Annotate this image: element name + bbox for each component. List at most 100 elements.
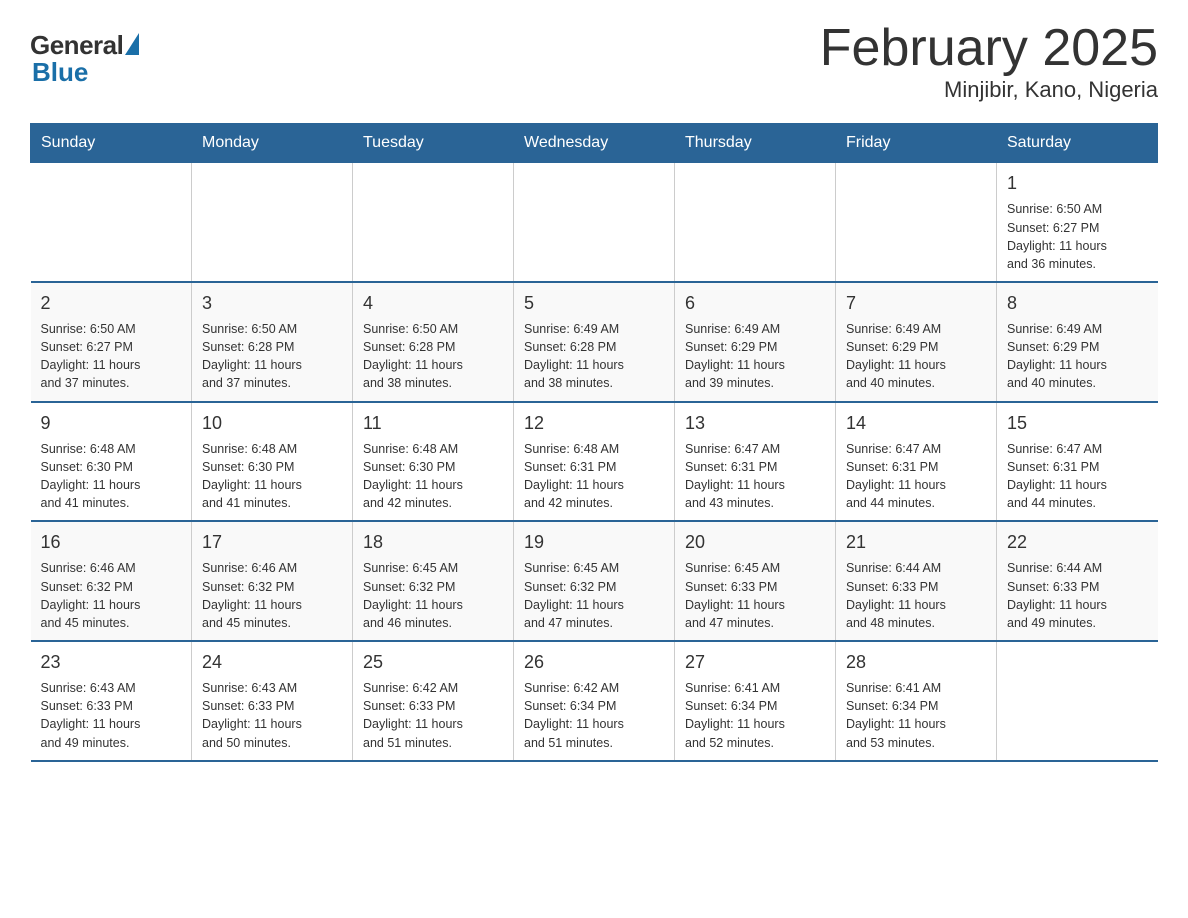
day-info: Sunrise: 6:50 AM Sunset: 6:27 PM Dayligh… [1007,200,1148,273]
day-number: 16 [41,530,182,555]
day-number: 21 [846,530,986,555]
day-info: Sunrise: 6:45 AM Sunset: 6:32 PM Dayligh… [363,559,503,632]
day-number: 17 [202,530,342,555]
day-number: 13 [685,411,825,436]
day-number: 9 [41,411,182,436]
day-number: 22 [1007,530,1148,555]
calendar-cell: 16 Sunrise: 6:46 AM Sunset: 6:32 PM Dayli… [31,521,192,641]
calendar-cell: 9 Sunrise: 6:48 AM Sunset: 6:30 PM Daylig… [31,402,192,522]
day-number: 25 [363,650,503,675]
day-number: 11 [363,411,503,436]
calendar-cell: 11Sunrise: 6:48 AM Sunset: 6:30 PM Dayli… [353,402,514,522]
day-info: Sunrise: 6:49 AM Sunset: 6:29 PM Dayligh… [846,320,986,393]
day-number: 6 [685,291,825,316]
day-info: Sunrise: 6:48 AM Sunset: 6:30 PM Dayligh… [202,440,342,513]
page-header: General Blue February 2025 Minjibir, Kan… [30,20,1158,103]
calendar-cell: 26 Sunrise: 6:42 AM Sunset: 6:34 PM Dayli… [514,641,675,761]
location-title: Minjibir, Kano, Nigeria [820,77,1158,103]
day-number: 26 [524,650,664,675]
day-info: Sunrise: 6:43 AM Sunset: 6:33 PM Dayligh… [41,679,182,752]
day-number: 10 [202,411,342,436]
day-number: 7 [846,291,986,316]
day-info: Sunrise: 6:46 AM Sunset: 6:32 PM Dayligh… [202,559,342,632]
day-number: 27 [685,650,825,675]
calendar-cell: 21 Sunrise: 6:44 AM Sunset: 6:33 PM Dayli… [836,521,997,641]
calendar-cell: 13 Sunrise: 6:47 AM Sunset: 6:31 PM Dayli… [675,402,836,522]
calendar-cell [353,163,514,282]
header-sunday: Sunday [31,124,192,163]
day-info: Sunrise: 6:45 AM Sunset: 6:32 PM Dayligh… [524,559,664,632]
day-number: 23 [41,650,182,675]
header-tuesday: Tuesday [353,124,514,163]
calendar-cell: 7 Sunrise: 6:49 AM Sunset: 6:29 PM Daylig… [836,282,997,402]
day-info: Sunrise: 6:41 AM Sunset: 6:34 PM Dayligh… [846,679,986,752]
calendar-cell [675,163,836,282]
day-info: Sunrise: 6:49 AM Sunset: 6:29 PM Dayligh… [685,320,825,393]
day-info: Sunrise: 6:48 AM Sunset: 6:30 PM Dayligh… [41,440,182,513]
calendar-cell: 6 Sunrise: 6:49 AM Sunset: 6:29 PM Daylig… [675,282,836,402]
calendar-week-row: 16 Sunrise: 6:46 AM Sunset: 6:32 PM Dayli… [31,521,1158,641]
day-number: 12 [524,411,664,436]
day-number: 1 [1007,171,1148,196]
day-info: Sunrise: 6:43 AM Sunset: 6:33 PM Dayligh… [202,679,342,752]
calendar-cell: 15Sunrise: 6:47 AM Sunset: 6:31 PM Dayli… [997,402,1158,522]
calendar-cell: 17 Sunrise: 6:46 AM Sunset: 6:32 PM Dayli… [192,521,353,641]
day-number: 19 [524,530,664,555]
calendar-cell: 18 Sunrise: 6:45 AM Sunset: 6:32 PM Dayli… [353,521,514,641]
calendar-cell: 5 Sunrise: 6:49 AM Sunset: 6:28 PM Daylig… [514,282,675,402]
day-number: 3 [202,291,342,316]
day-number: 28 [846,650,986,675]
header-saturday: Saturday [997,124,1158,163]
day-info: Sunrise: 6:49 AM Sunset: 6:29 PM Dayligh… [1007,320,1148,393]
day-info: Sunrise: 6:48 AM Sunset: 6:31 PM Dayligh… [524,440,664,513]
day-info: Sunrise: 6:42 AM Sunset: 6:33 PM Dayligh… [363,679,503,752]
calendar-cell: 14 Sunrise: 6:47 AM Sunset: 6:31 PM Dayli… [836,402,997,522]
calendar-cell [514,163,675,282]
day-info: Sunrise: 6:49 AM Sunset: 6:28 PM Dayligh… [524,320,664,393]
calendar-cell: 3 Sunrise: 6:50 AM Sunset: 6:28 PM Daylig… [192,282,353,402]
header-wednesday: Wednesday [514,124,675,163]
day-number: 5 [524,291,664,316]
day-number: 18 [363,530,503,555]
calendar-week-row: 23 Sunrise: 6:43 AM Sunset: 6:33 PM Dayli… [31,641,1158,761]
header-friday: Friday [836,124,997,163]
day-number: 14 [846,411,986,436]
calendar-cell: 8 Sunrise: 6:49 AM Sunset: 6:29 PM Daylig… [997,282,1158,402]
calendar-cell: 20Sunrise: 6:45 AM Sunset: 6:33 PM Dayli… [675,521,836,641]
day-info: Sunrise: 6:50 AM Sunset: 6:28 PM Dayligh… [363,320,503,393]
calendar-cell: 28 Sunrise: 6:41 AM Sunset: 6:34 PM Dayli… [836,641,997,761]
logo-triangle-icon [125,33,139,55]
day-info: Sunrise: 6:47 AM Sunset: 6:31 PM Dayligh… [846,440,986,513]
day-number: 2 [41,291,182,316]
calendar-cell [836,163,997,282]
calendar-cell [997,641,1158,761]
calendar-cell: 2Sunrise: 6:50 AM Sunset: 6:27 PM Daylig… [31,282,192,402]
day-info: Sunrise: 6:47 AM Sunset: 6:31 PM Dayligh… [685,440,825,513]
header-monday: Monday [192,124,353,163]
day-info: Sunrise: 6:46 AM Sunset: 6:32 PM Dayligh… [41,559,182,632]
calendar-cell: 4 Sunrise: 6:50 AM Sunset: 6:28 PM Daylig… [353,282,514,402]
day-info: Sunrise: 6:44 AM Sunset: 6:33 PM Dayligh… [1007,559,1148,632]
day-info: Sunrise: 6:42 AM Sunset: 6:34 PM Dayligh… [524,679,664,752]
calendar-cell: 10 Sunrise: 6:48 AM Sunset: 6:30 PM Dayli… [192,402,353,522]
day-info: Sunrise: 6:44 AM Sunset: 6:33 PM Dayligh… [846,559,986,632]
calendar-table: SundayMondayTuesdayWednesdayThursdayFrid… [30,123,1158,761]
calendar-week-row: 2Sunrise: 6:50 AM Sunset: 6:27 PM Daylig… [31,282,1158,402]
day-info: Sunrise: 6:41 AM Sunset: 6:34 PM Dayligh… [685,679,825,752]
logo: General Blue [30,30,139,88]
day-number: 20 [685,530,825,555]
calendar-week-row: 1 Sunrise: 6:50 AM Sunset: 6:27 PM Daylig… [31,163,1158,282]
calendar-cell: 27 Sunrise: 6:41 AM Sunset: 6:34 PM Dayli… [675,641,836,761]
calendar-cell: 23 Sunrise: 6:43 AM Sunset: 6:33 PM Dayli… [31,641,192,761]
calendar-cell: 22 Sunrise: 6:44 AM Sunset: 6:33 PM Dayli… [997,521,1158,641]
day-number: 4 [363,291,503,316]
calendar-cell: 24Sunrise: 6:43 AM Sunset: 6:33 PM Dayli… [192,641,353,761]
day-info: Sunrise: 6:50 AM Sunset: 6:28 PM Dayligh… [202,320,342,393]
day-info: Sunrise: 6:47 AM Sunset: 6:31 PM Dayligh… [1007,440,1148,513]
calendar-week-row: 9 Sunrise: 6:48 AM Sunset: 6:30 PM Daylig… [31,402,1158,522]
logo-blue-text: Blue [32,57,88,88]
day-number: 8 [1007,291,1148,316]
calendar-cell [31,163,192,282]
calendar-cell: 19 Sunrise: 6:45 AM Sunset: 6:32 PM Dayli… [514,521,675,641]
calendar-cell: 1 Sunrise: 6:50 AM Sunset: 6:27 PM Daylig… [997,163,1158,282]
